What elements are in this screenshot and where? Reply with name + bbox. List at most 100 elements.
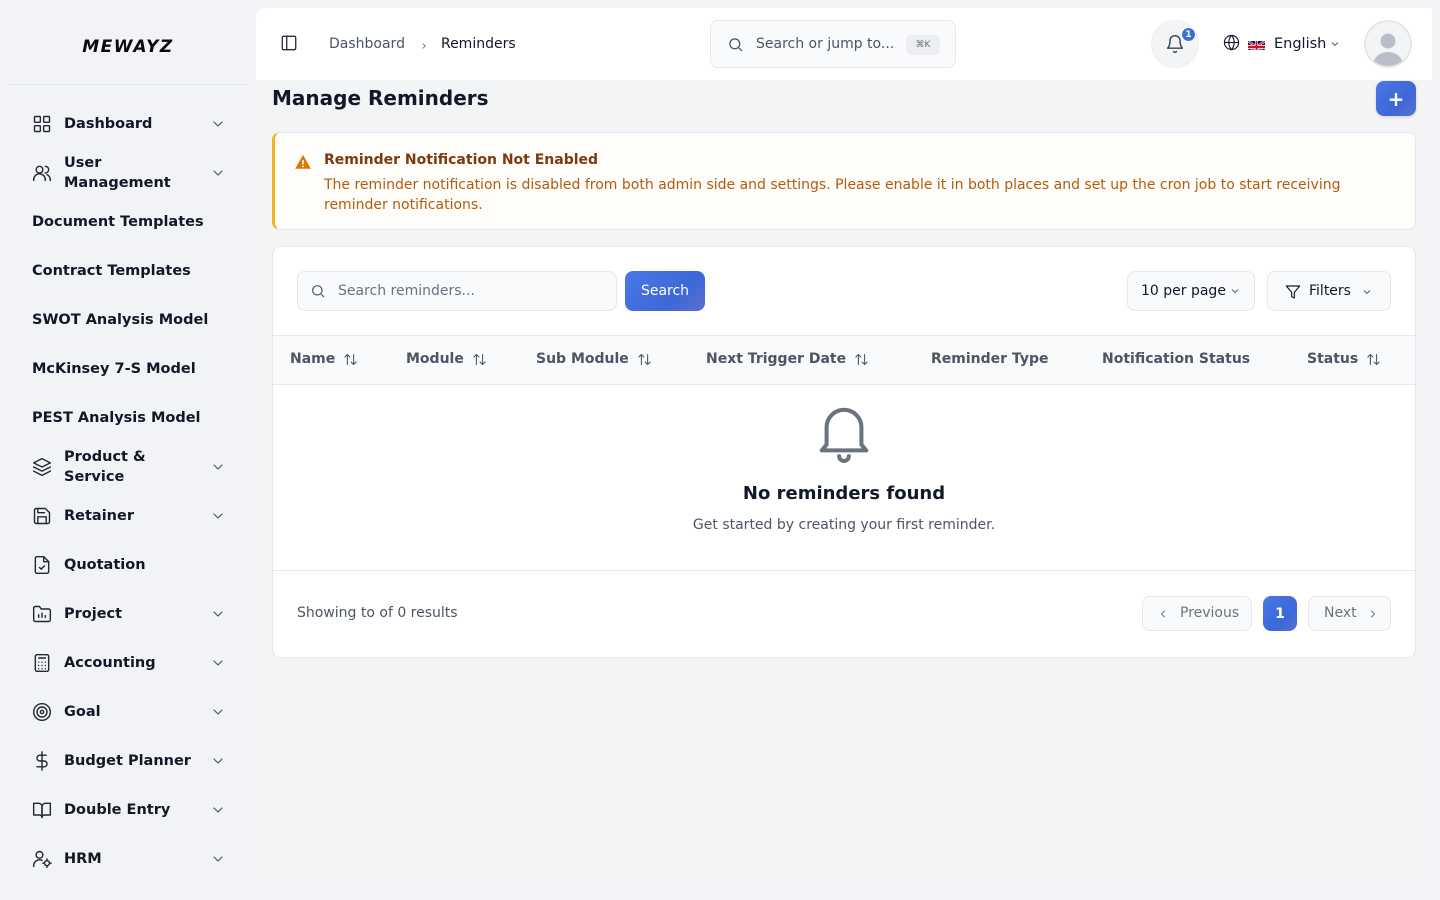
- sidebar-item-contract-templates[interactable]: Contract Templates: [16, 249, 240, 293]
- chevron-down-icon: [210, 655, 226, 671]
- sort-icon: [637, 352, 652, 367]
- column-header-next-trigger-date[interactable]: Next Trigger Date: [706, 351, 869, 367]
- uk-flag-icon: [1248, 38, 1265, 50]
- sort-icon: [343, 352, 358, 367]
- column-header-notification-status: Notification Status: [1102, 351, 1250, 367]
- sidebar-item-double-entry[interactable]: Double Entry: [16, 788, 240, 832]
- next-label: Next: [1324, 605, 1357, 621]
- column-header-name[interactable]: Name: [290, 351, 358, 367]
- breadcrumb-dashboard[interactable]: Dashboard: [329, 36, 405, 52]
- sidebar-item-label: Contract Templates: [32, 263, 191, 279]
- column-header-label: Sub Module: [536, 351, 629, 367]
- chevron-down-icon: [1229, 285, 1241, 301]
- sidebar-item-label: Quotation: [64, 557, 146, 573]
- results-summary: Showing to of 0 results: [297, 605, 458, 621]
- chevron-down-icon: [210, 165, 226, 181]
- chevron-down-icon: [210, 116, 226, 132]
- filters-button[interactable]: Filters: [1267, 271, 1391, 311]
- chevron-down-icon: [210, 753, 226, 769]
- next-page-button[interactable]: Next: [1308, 596, 1391, 631]
- sidebar-item-label: Budget Planner: [64, 753, 191, 769]
- notifications-button[interactable]: 1: [1151, 20, 1199, 68]
- sidebar-item-hrm[interactable]: HRM: [16, 837, 240, 881]
- warning-icon: [294, 153, 312, 171]
- per-page-select[interactable]: 10 per page: [1127, 271, 1255, 311]
- user-avatar-icon: [1373, 33, 1403, 66]
- filter-icon: [1285, 284, 1301, 304]
- chevron-down-icon: [1329, 35, 1341, 54]
- sidebar-item-project[interactable]: Project: [16, 592, 240, 636]
- sidebar-item-mckinsey-7s[interactable]: McKinsey 7-S Model: [16, 347, 240, 391]
- logo-text: MEWAYZ: [82, 37, 174, 57]
- sidebar-item-budget-planner[interactable]: Budget Planner: [16, 739, 240, 783]
- reminders-table-card: Search 10 per page Filters Name Module S…: [272, 246, 1416, 658]
- column-header-module[interactable]: Module: [406, 351, 487, 367]
- sidebar-item-label: Retainer: [64, 508, 134, 524]
- chevron-down-icon: [1361, 286, 1373, 302]
- sidebar-item-label: HRM: [64, 851, 102, 867]
- top-bar: Dashboard Reminders Search or jump to...…: [256, 8, 1432, 80]
- sidebar-item-quotation[interactable]: Quotation: [16, 543, 240, 587]
- sidebar-item-document-templates[interactable]: Document Templates: [16, 200, 240, 244]
- sidebar-item-label: Product & Service: [64, 449, 146, 485]
- previous-page-button[interactable]: Previous: [1142, 596, 1252, 631]
- previous-label: Previous: [1180, 605, 1240, 621]
- empty-state: No reminders found Get started by creati…: [273, 385, 1415, 571]
- sort-icon: [854, 352, 869, 367]
- column-header-status[interactable]: Status: [1307, 351, 1381, 367]
- page-title: Manage Reminders: [272, 86, 489, 110]
- sidebar-item-goal[interactable]: Goal: [16, 690, 240, 734]
- column-header-sub-module[interactable]: Sub Module: [536, 351, 652, 367]
- page-1-button[interactable]: 1: [1263, 596, 1297, 631]
- breadcrumb: Dashboard Reminders: [329, 34, 516, 54]
- app-logo[interactable]: MEWAYZ: [0, 0, 256, 86]
- main-panel: Dashboard Reminders Search or jump to...…: [256, 8, 1432, 892]
- language-selector[interactable]: English: [1223, 34, 1341, 54]
- keyboard-shortcut-badge: ⌘K: [906, 35, 940, 55]
- sidebar-item-label: Accounting: [64, 655, 156, 671]
- calculator-icon: [32, 653, 52, 673]
- chevron-down-icon: [210, 508, 226, 524]
- globe-icon: [1223, 34, 1240, 55]
- search-button[interactable]: Search: [625, 271, 705, 311]
- sidebar-item-label: Document Templates: [32, 214, 204, 230]
- filters-label: Filters: [1309, 283, 1351, 299]
- column-header-label: Name: [290, 351, 336, 367]
- sidebar-item-retainer[interactable]: Retainer: [16, 494, 240, 538]
- sidebar-toggle-icon[interactable]: [280, 34, 300, 54]
- logo-divider: [8, 84, 248, 85]
- sidebar-item-label: SWOT Analysis Model: [32, 312, 209, 328]
- column-header-label: Next Trigger Date: [706, 351, 847, 367]
- sidebar-item-accounting[interactable]: Accounting: [16, 641, 240, 685]
- per-page-value: 10 per page: [1141, 283, 1226, 299]
- sidebar-item-product-service[interactable]: Product & Service: [16, 445, 240, 489]
- file-check-icon: [32, 555, 52, 575]
- breadcrumb-current: Reminders: [440, 36, 516, 52]
- dollar-icon: [32, 751, 52, 771]
- column-header-reminder-type: Reminder Type: [931, 351, 1048, 367]
- user-cog-icon: [32, 849, 52, 869]
- reminder-search-input[interactable]: [338, 272, 608, 310]
- book-icon: [32, 800, 52, 820]
- sidebar-item-pest-analysis[interactable]: PEST Analysis Model: [16, 396, 240, 440]
- chevron-down-icon: [210, 802, 226, 818]
- alert-message: The reminder notification is disabled fr…: [324, 177, 1341, 213]
- chevron-right-icon: [1367, 608, 1379, 624]
- add-reminder-button[interactable]: +: [1376, 81, 1416, 116]
- folder-chart-icon: [32, 604, 52, 624]
- grid-icon: [32, 114, 52, 134]
- search-icon: [727, 36, 745, 54]
- search-icon: [310, 283, 326, 303]
- users-icon: [32, 163, 52, 183]
- chevron-left-icon: [1157, 608, 1169, 624]
- reminder-search-field[interactable]: [297, 271, 617, 311]
- sidebar-item-user-management[interactable]: User Management: [16, 151, 240, 195]
- user-avatar[interactable]: [1364, 20, 1412, 68]
- notification-disabled-alert: Reminder Notification Not Enabled The re…: [272, 132, 1416, 230]
- global-search-placeholder: Search or jump to...: [756, 36, 895, 52]
- sidebar: MEWAYZ Dashboard User Management Documen…: [0, 0, 256, 900]
- bell-icon: [815, 402, 873, 464]
- sidebar-item-dashboard[interactable]: Dashboard: [16, 102, 240, 146]
- global-search[interactable]: Search or jump to... ⌘K: [710, 20, 956, 68]
- sidebar-item-swot-analysis[interactable]: SWOT Analysis Model: [16, 298, 240, 342]
